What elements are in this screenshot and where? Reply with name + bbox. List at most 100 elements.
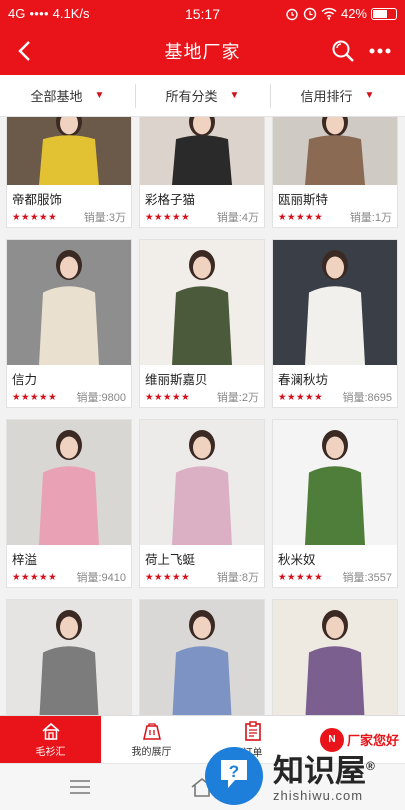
product-card[interactable]: 彩格子猫 ★★★★★ 销量:4万 [139, 117, 265, 228]
product-card[interactable] [139, 599, 265, 715]
sales-count: 销量:8万 [216, 572, 259, 584]
product-meta: ★★★★★ 销量:3万 [7, 207, 131, 227]
rating-stars: ★★★★★ [278, 571, 324, 583]
product-image [140, 600, 264, 715]
tab-showroom[interactable]: 我的展厅 [101, 716, 202, 763]
filter-label: 全部基地 [30, 89, 83, 104]
rating-stars: ★★★★★ [278, 391, 324, 403]
product-name: 秋米奴 [278, 553, 316, 567]
product-meta: ★★★★★ 销量:8695 [273, 387, 397, 407]
product-card[interactable]: 荷上飞蜓 ★★★★★ 销量:8万 [139, 419, 265, 588]
filter-label: 所有分类 [165, 89, 218, 104]
rating-stars: ★★★★★ [12, 391, 58, 403]
product-card[interactable]: 梓溢 ★★★★★ 销量:9410 [6, 419, 132, 588]
product-image [7, 420, 131, 545]
status-bar: 4G ●●●● 4.1K/s 15:17 42% [0, 0, 405, 27]
rating-stars: ★★★★★ [12, 211, 58, 223]
product-card[interactable] [6, 599, 132, 715]
product-card[interactable] [272, 599, 398, 715]
watermark-text: 知识屋® zhishiwu.com [273, 749, 375, 804]
caret-down-icon: ▼ [229, 90, 240, 101]
rating-stars: ★★★★★ [145, 211, 191, 223]
filter-bar: 全部基地 ▼ 所有分类 ▼ 信用排行 ▼ [0, 75, 405, 117]
product-name: 维丽斯嘉贝 [145, 373, 208, 387]
watermark-title: 知识屋® [273, 753, 375, 789]
product-meta: ★★★★★ 销量:9800 [7, 387, 131, 407]
product-card[interactable]: 维丽斯嘉贝 ★★★★★ 销量:2万 [139, 239, 265, 408]
filter-label: 信用排行 [300, 89, 353, 104]
sales-count: 销量:8695 [342, 392, 392, 404]
product-meta: ★★★★★ 销量:9410 [7, 567, 131, 587]
product-meta: ★★★★★ 销量:3557 [273, 567, 397, 587]
back-button[interactable] [10, 37, 38, 65]
sales-count: 销量:3万 [83, 212, 126, 224]
product-meta: ★★★★★ 销量:8万 [140, 567, 264, 587]
network-type: 4G [8, 6, 26, 21]
product-image [273, 600, 397, 715]
product-grid: 帝都服饰 ★★★★★ 销量:3万 彩格子猫 ★★★★★ 销量:4万 瓯丽斯特 ★★★★★ 销量:… [6, 117, 399, 715]
product-meta: ★★★★★ 销量:4万 [140, 207, 264, 227]
watermark: ? 知识屋® zhishiwu.com [205, 742, 405, 810]
product-image [273, 117, 397, 185]
product-image [273, 420, 397, 545]
status-right: 42% [285, 6, 397, 21]
caret-down-icon: ▼ [364, 90, 375, 101]
battery-icon [371, 7, 397, 20]
search-icon [332, 40, 354, 62]
product-card[interactable]: 帝都服饰 ★★★★★ 销量:3万 [6, 117, 132, 228]
menu-icon [70, 780, 90, 794]
wifi-icon [321, 7, 337, 20]
rating-stars: ★★★★★ [278, 211, 324, 223]
more-button[interactable] [365, 37, 395, 65]
caret-down-icon: ▼ [94, 90, 105, 101]
product-name: 荷上飞蜓 [145, 553, 196, 567]
sales-count: 销量:9410 [76, 572, 126, 584]
top-bar: 4G ●●●● 4.1K/s 15:17 42% 基地厂家 [0, 0, 405, 75]
product-image [273, 240, 397, 365]
sales-count: 销量:4万 [216, 212, 259, 224]
rating-stars: ★★★★★ [12, 571, 58, 583]
product-meta: ★★★★★ 销量:1万 [273, 207, 397, 227]
watermark-url: zhishiwu.com [273, 788, 364, 804]
network-speed: 4.1K/s [52, 6, 90, 21]
product-name: 帝都服饰 [12, 193, 63, 207]
showroom-icon [142, 722, 161, 740]
filter-base[interactable]: 全部基地 ▼ [0, 75, 135, 116]
product-image [7, 240, 131, 365]
search-button[interactable] [329, 37, 357, 65]
page-title: 基地厂家 [164, 42, 241, 62]
product-name: 信力 [12, 373, 38, 387]
product-image [7, 600, 131, 715]
filter-credit-rank[interactable]: 信用排行 ▼ [270, 75, 405, 116]
sales-count: 销量:3557 [342, 572, 392, 584]
product-meta: ★★★★★ 销量:2万 [140, 387, 264, 407]
product-card[interactable]: 信力 ★★★★★ 销量:9800 [6, 239, 132, 408]
product-name: 梓溢 [12, 553, 38, 567]
menu-button[interactable] [68, 776, 92, 798]
product-card[interactable]: 秋米奴 ★★★★★ 销量:3557 [272, 419, 398, 588]
sales-count: 销量:1万 [349, 212, 392, 224]
filter-category[interactable]: 所有分类 ▼ [135, 75, 270, 116]
product-card[interactable]: 瓯丽斯特 ★★★★★ 销量:1万 [272, 117, 398, 228]
svg-text:?: ? [229, 762, 239, 781]
product-image [140, 420, 264, 545]
product-name: 彩格子猫 [145, 193, 196, 207]
rating-stars: ★★★★★ [145, 391, 191, 403]
status-left: 4G ●●●● 4.1K/s [8, 6, 90, 21]
clock-icon [303, 7, 317, 20]
product-name: 春澜秋坊 [278, 373, 329, 387]
product-image [140, 240, 264, 365]
product-image [140, 117, 264, 185]
clipboard-icon [244, 720, 261, 741]
signal-icon: ●●●● [29, 9, 49, 18]
tab-home[interactable]: 毛衫汇 [0, 716, 101, 763]
product-name: 瓯丽斯特 [278, 193, 329, 207]
watermark-logo-icon: ? [205, 747, 263, 805]
app-screen: 4G ●●●● 4.1K/s 15:17 42% 基地厂家 全部基地 ▼ 所有分… [0, 0, 405, 810]
product-card[interactable]: 春澜秋坊 ★★★★★ 销量:8695 [272, 239, 398, 408]
tab-label: 我的展厅 [131, 746, 172, 758]
alarm-icon [286, 8, 298, 20]
tab-label: 毛衫汇 [35, 746, 66, 758]
rating-stars: ★★★★★ [145, 571, 191, 583]
chevron-left-icon [18, 41, 30, 61]
